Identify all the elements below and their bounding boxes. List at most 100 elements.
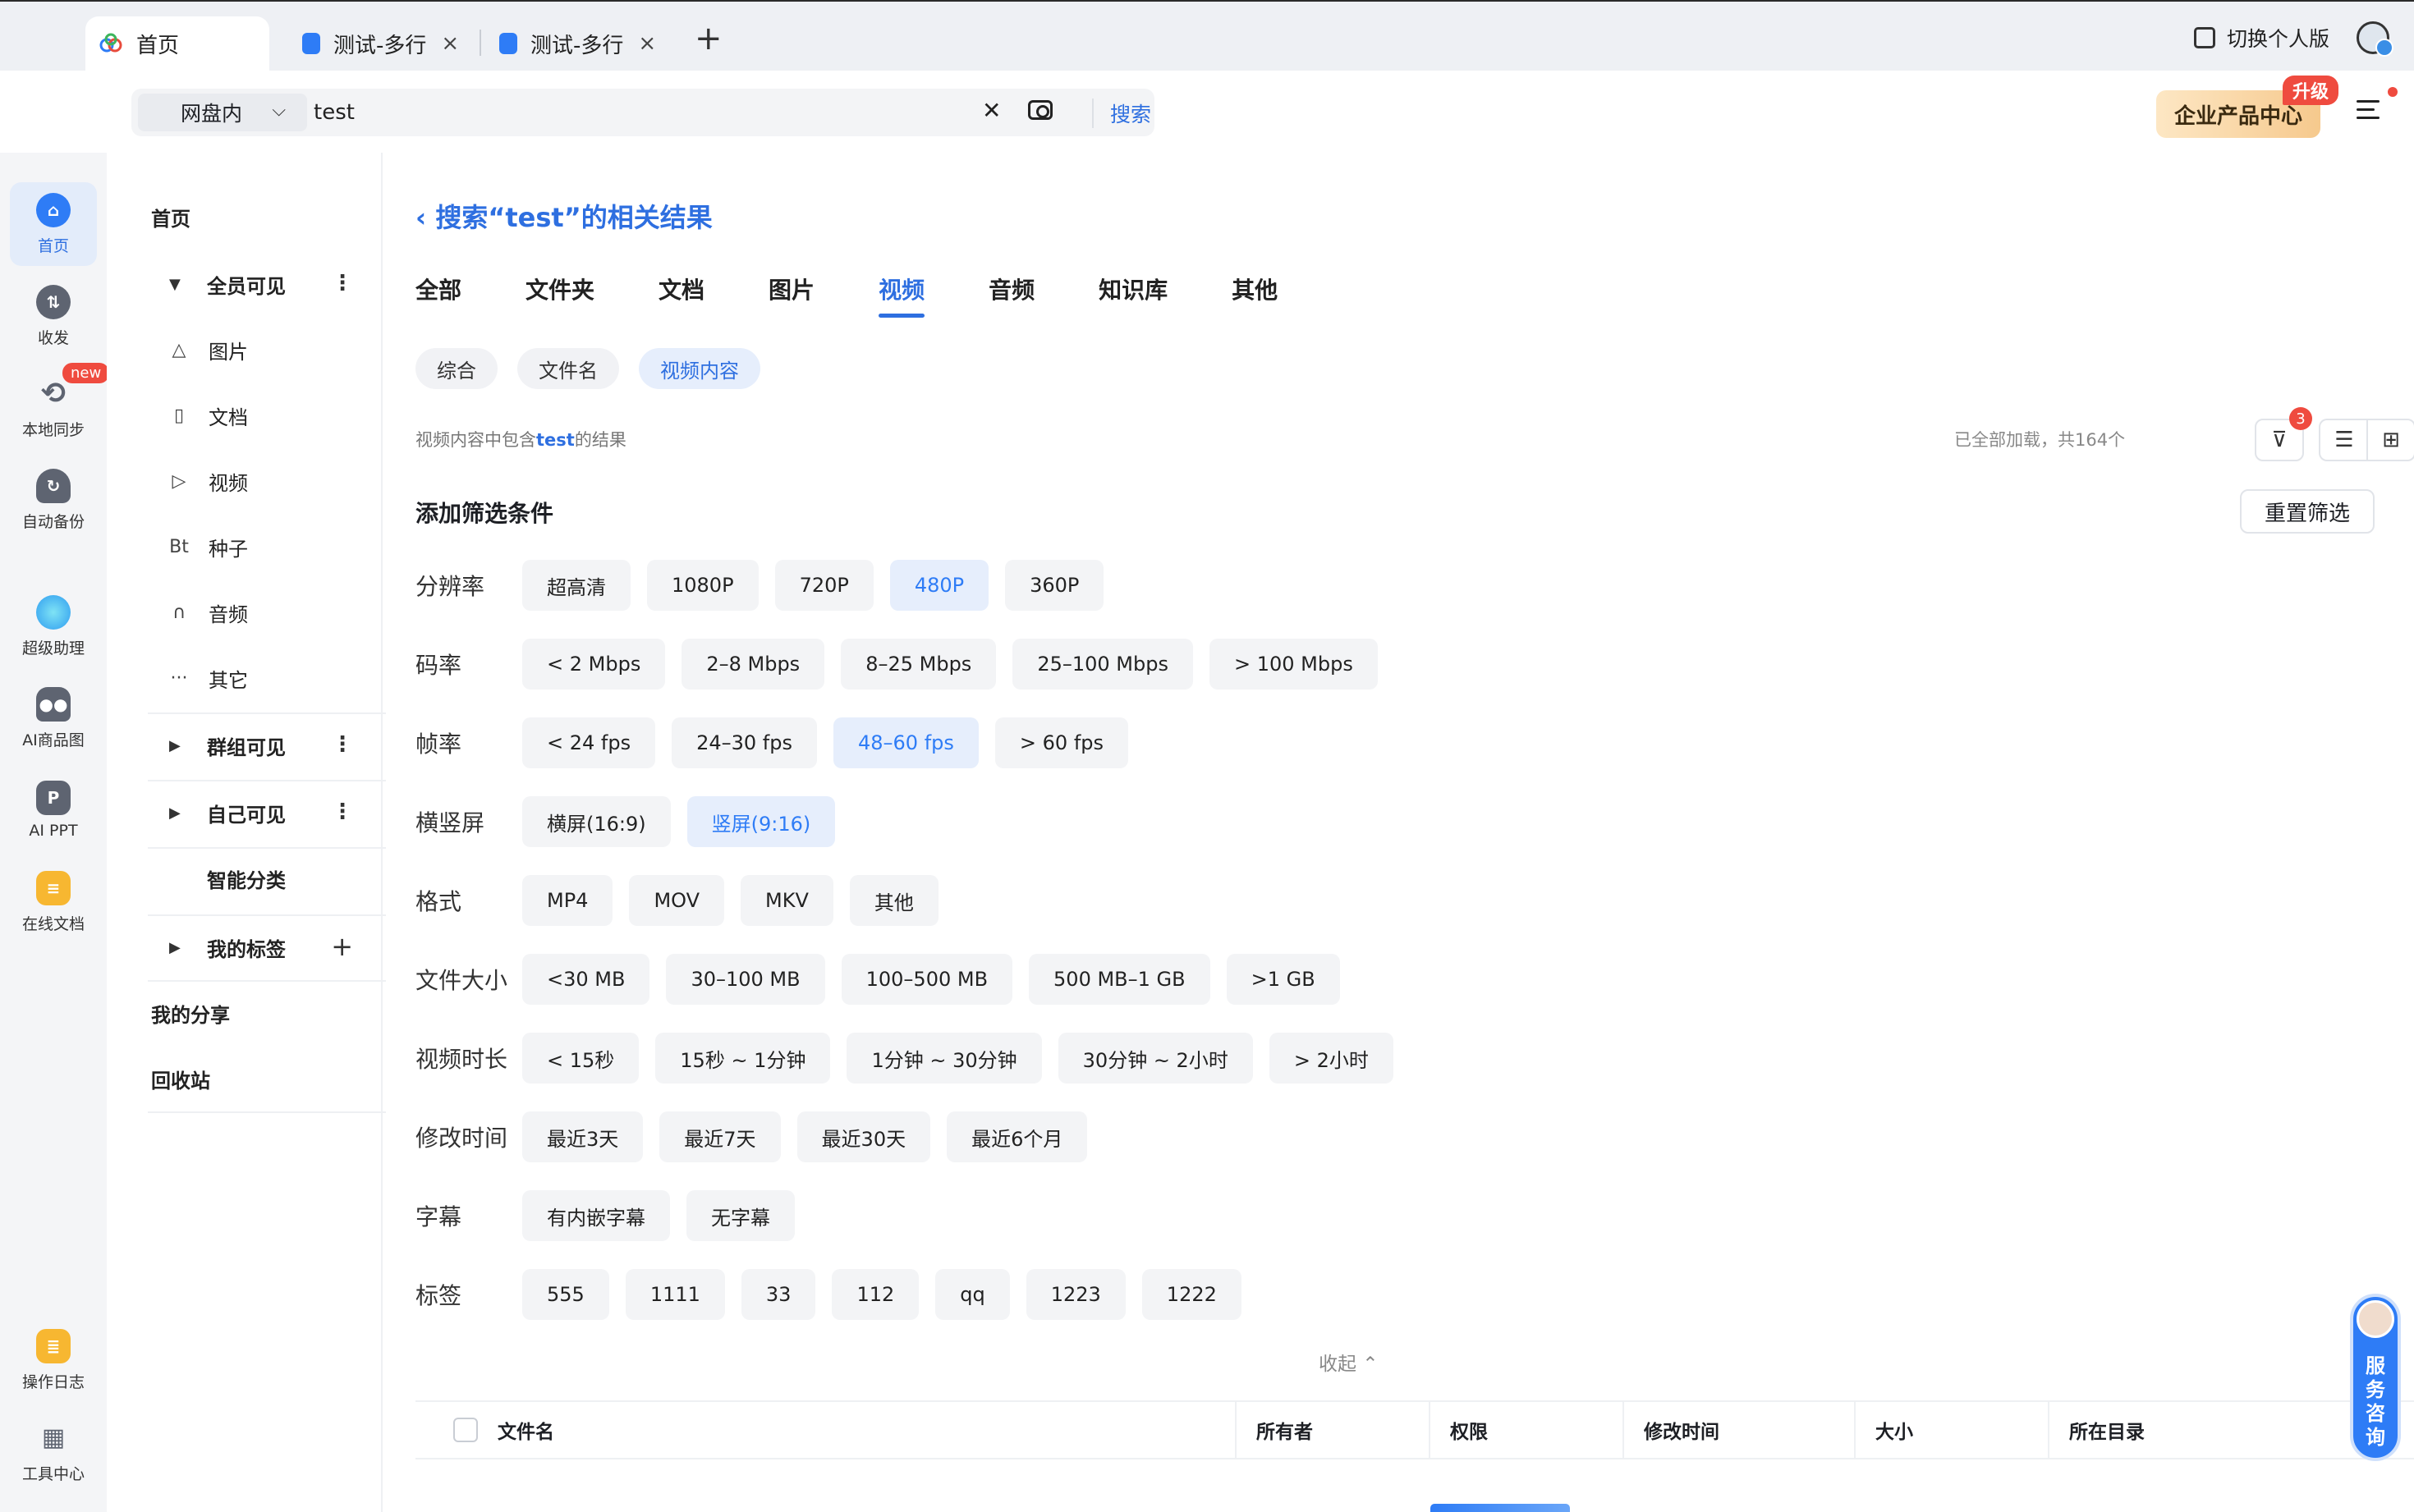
- filter-option[interactable]: 15秒 ~ 1分钟: [655, 1033, 831, 1084]
- filter-option[interactable]: 1080P: [647, 560, 759, 611]
- rail-item-log[interactable]: ≣ 操作日志: [10, 1318, 97, 1402]
- tab-doc-2[interactable]: 测试-多行 ×: [499, 16, 672, 71]
- rail-item-assistant[interactable]: 超级助理: [10, 584, 97, 668]
- filter-option[interactable]: 1111: [625, 1269, 725, 1320]
- new-tab-button[interactable]: +: [695, 20, 723, 57]
- search-scope-dropdown[interactable]: 网盘内 ⌵: [138, 94, 307, 131]
- rail-item-ai-product[interactable]: ●● AI商品图: [10, 676, 97, 760]
- filter-option[interactable]: 超高清: [522, 560, 631, 611]
- filter-option[interactable]: 1分钟 ~ 30分钟: [847, 1033, 1042, 1084]
- filter-option[interactable]: < 2 Mbps: [522, 639, 666, 690]
- nav-item-torrents[interactable]: Bt 种子: [145, 530, 369, 563]
- column-owner[interactable]: 所有者: [1237, 1401, 1430, 1459]
- reset-filter-button[interactable]: 重置筛选: [2240, 489, 2375, 534]
- filter-option[interactable]: <30 MB: [522, 954, 650, 1005]
- filter-option[interactable]: 360P: [1005, 560, 1104, 611]
- filter-option[interactable]: 25–100 Mbps: [1012, 639, 1193, 690]
- more-icon[interactable]: ⋮: [332, 800, 353, 824]
- tab-folders[interactable]: 文件夹: [525, 273, 594, 322]
- filter-option[interactable]: 有内嵌字幕: [522, 1190, 670, 1241]
- filter-option[interactable]: 24–30 fps: [672, 717, 817, 768]
- nav-item-docs[interactable]: ▯ 文档: [145, 399, 369, 432]
- tab-all[interactable]: 全部: [415, 273, 461, 322]
- nav-item-images[interactable]: △ 图片: [145, 333, 369, 366]
- filter-option[interactable]: 48–60 fps: [833, 717, 979, 768]
- tab-docs[interactable]: 文档: [659, 273, 704, 322]
- filter-option[interactable]: 最近7天: [659, 1111, 781, 1162]
- filter-option[interactable]: 横屏(16:9): [522, 796, 671, 847]
- filter-option[interactable]: 无字幕: [686, 1190, 795, 1241]
- tab-videos[interactable]: 视频: [879, 273, 925, 322]
- rail-item-ai-ppt[interactable]: P AI PPT: [10, 768, 97, 852]
- nav-item-audio[interactable]: ∩ 音频: [145, 596, 369, 629]
- tab-knowledge[interactable]: 知识库: [1099, 273, 1168, 322]
- nav-group-all-visible[interactable]: ▼ 全员可见 ⋮: [145, 268, 369, 300]
- chip-filename[interactable]: 文件名: [517, 348, 619, 389]
- avatar[interactable]: [2357, 21, 2393, 57]
- filter-option[interactable]: MP4: [522, 875, 613, 926]
- filter-option[interactable]: 480P: [889, 560, 989, 611]
- filter-option[interactable]: 112: [832, 1269, 920, 1320]
- nav-group-group-visible[interactable]: ▶ 群组可见 ⋮: [145, 729, 369, 762]
- filter-option[interactable]: > 60 fps: [994, 717, 1128, 768]
- upgrade-badge[interactable]: 升级: [2283, 76, 2339, 105]
- column-modified[interactable]: 修改时间: [1624, 1401, 1856, 1459]
- chip-video-content[interactable]: 视频内容: [639, 348, 760, 389]
- filter-option[interactable]: MOV: [629, 875, 725, 926]
- search-button[interactable]: 搜索: [1092, 99, 1151, 128]
- nav-smart-category[interactable]: 智能分类: [145, 862, 369, 895]
- rail-item-transfer[interactable]: ⇅ 收发: [10, 274, 97, 358]
- filter-option[interactable]: qq: [935, 1269, 1010, 1320]
- nav-my-share[interactable]: 我的分享: [145, 997, 369, 1029]
- filter-option[interactable]: 720P: [774, 560, 874, 611]
- rail-item-tools[interactable]: ▦ 工具中心: [10, 1410, 97, 1494]
- nav-group-my-tags[interactable]: ▶ 我的标签 +: [145, 931, 369, 964]
- filter-option[interactable]: 8–25 Mbps: [841, 639, 997, 690]
- nav-home[interactable]: 首页: [145, 200, 369, 233]
- more-icon[interactable]: ⋮: [332, 271, 353, 296]
- rail-item-online-doc[interactable]: ≡ 在线文档: [10, 860, 97, 944]
- collapse-button[interactable]: 收起 ⌃: [1319, 1348, 1379, 1376]
- filter-option[interactable]: < 24 fps: [522, 717, 656, 768]
- close-icon[interactable]: ×: [638, 31, 656, 56]
- filter-option[interactable]: MKV: [741, 875, 833, 926]
- column-permission[interactable]: 权限: [1430, 1401, 1624, 1459]
- filter-option[interactable]: >1 GB: [1226, 954, 1340, 1005]
- filter-option[interactable]: 33: [741, 1269, 816, 1320]
- filter-option[interactable]: 竖屏(9:16): [686, 796, 836, 847]
- filter-option[interactable]: > 100 Mbps: [1209, 639, 1378, 690]
- camera-icon[interactable]: [1028, 100, 1053, 120]
- menu-icon[interactable]: [2357, 100, 2380, 120]
- column-filename[interactable]: 文件名: [415, 1401, 1237, 1459]
- tab-doc-1[interactable]: 测试-多行 ×: [302, 16, 475, 71]
- filter-option[interactable]: 最近30天: [796, 1111, 931, 1162]
- filter-option[interactable]: 1223: [1026, 1269, 1126, 1320]
- tab-images[interactable]: 图片: [769, 273, 815, 322]
- rail-item-home[interactable]: ⌂ 首页: [10, 182, 97, 266]
- nav-group-self-visible[interactable]: ▶ 自己可见 ⋮: [145, 796, 369, 829]
- add-icon[interactable]: +: [331, 931, 353, 962]
- clear-icon[interactable]: ✕: [982, 97, 1001, 124]
- list-view-button[interactable]: ☰: [2319, 419, 2368, 461]
- tab-home[interactable]: 首页: [85, 16, 269, 71]
- back-button[interactable]: ‹ 搜索“test”的相关结果: [415, 197, 713, 235]
- more-icon[interactable]: ⋮: [332, 732, 353, 757]
- rail-item-backup[interactable]: ↻ 自动备份: [10, 458, 97, 542]
- select-all-checkbox[interactable]: [453, 1418, 478, 1442]
- filter-option[interactable]: > 2小时: [1269, 1033, 1393, 1084]
- nav-item-videos[interactable]: ▷ 视频: [145, 465, 369, 497]
- filter-option[interactable]: 30–100 MB: [666, 954, 825, 1005]
- search-input[interactable]: test: [314, 100, 355, 125]
- filter-option[interactable]: 其他: [849, 875, 939, 926]
- filter-option[interactable]: 2–8 Mbps: [682, 639, 825, 690]
- customer-service-button[interactable]: 服 务 咨 询: [2350, 1294, 2401, 1461]
- chip-overall[interactable]: 综合: [415, 348, 498, 389]
- filter-option[interactable]: < 15秒: [522, 1033, 640, 1084]
- filter-option[interactable]: 100–500 MB: [841, 954, 1013, 1005]
- filter-option[interactable]: 最近6个月: [947, 1111, 1088, 1162]
- column-size[interactable]: 大小: [1856, 1401, 2049, 1459]
- close-icon[interactable]: ×: [441, 31, 459, 56]
- filter-option[interactable]: 30分钟 ~ 2小时: [1058, 1033, 1253, 1084]
- filter-option[interactable]: 最近3天: [522, 1111, 644, 1162]
- filter-option[interactable]: 500 MB–1 GB: [1029, 954, 1210, 1005]
